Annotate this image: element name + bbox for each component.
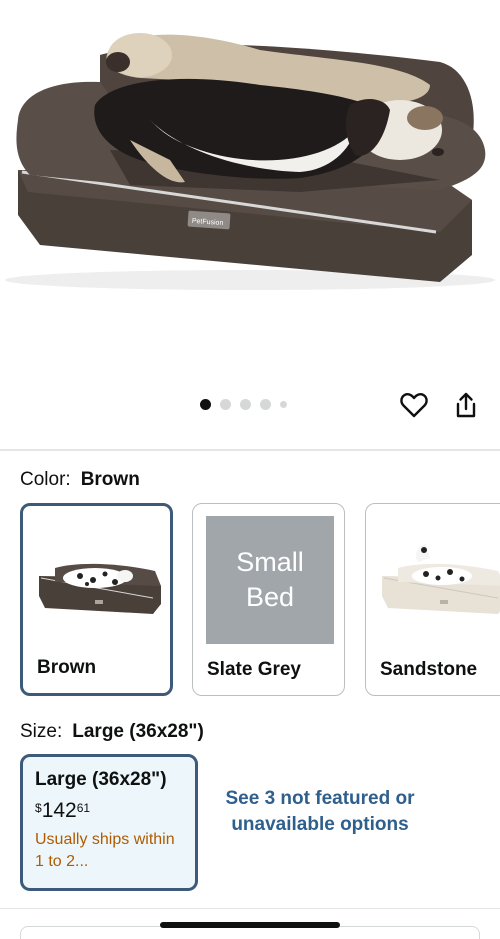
color-option-brown[interactable]: Brown — [20, 503, 173, 696]
share-button[interactable] — [450, 389, 482, 421]
small-bed-placeholder: Small Bed — [206, 516, 334, 644]
sandstone-bed-thumbnail — [382, 544, 500, 614]
pagination-dot-2[interactable] — [220, 398, 231, 410]
size-label-row: Size: Large (36x28") — [20, 721, 204, 743]
color-option-label: Brown — [37, 657, 97, 678]
home-indicator[interactable] — [160, 922, 340, 928]
color-option-label: Slate Grey — [207, 659, 301, 680]
section-divider — [0, 449, 500, 451]
size-option-price: $142 61 — [35, 799, 183, 823]
color-label: Color: — [20, 469, 71, 490]
size-option-title: Large (36x28") — [35, 769, 167, 790]
color-option-label: Sandstone — [380, 659, 478, 680]
favorite-button[interactable] — [398, 389, 430, 421]
size-label: Size: — [20, 721, 63, 742]
price-cents: 61 — [76, 801, 91, 815]
image-pagination[interactable] — [200, 396, 287, 412]
size-option-large[interactable]: Large (36x28") $142 61 Usually ships with… — [20, 754, 198, 891]
pagination-dot-5[interactable] — [280, 400, 287, 408]
product-image[interactable]: PetFusion — [0, 0, 500, 375]
price-currency: $ — [35, 801, 42, 815]
placeholder-line-2: Bed — [245, 582, 295, 612]
color-option-sandstone[interactable]: Sandstone — [365, 503, 500, 696]
pagination-dot-4[interactable] — [260, 398, 271, 410]
color-selected-value: Brown — [80, 469, 140, 490]
color-label-row: Color: Brown — [20, 469, 140, 491]
brown-bed-thumbnail — [39, 563, 161, 614]
pagination-dot-3[interactable] — [240, 398, 251, 410]
size-selected-value: Large (36x28") — [72, 721, 204, 742]
shipping-estimate: Usually ships within 1 to 2... — [35, 831, 175, 870]
placeholder-line-1: Small — [236, 547, 304, 577]
color-option-slate-grey[interactable]: Small Bed Slate Grey — [192, 503, 345, 696]
section-divider — [0, 908, 500, 909]
heart-outline-icon — [400, 393, 428, 418]
see-unavailable-options-link[interactable]: See 3 not featured or unavailable option… — [210, 786, 430, 838]
share-icon — [456, 392, 476, 418]
price-whole: 142 — [41, 799, 77, 822]
pagination-dot-1[interactable] — [200, 398, 211, 410]
dog-bed-illustration: PetFusion — [5, 33, 495, 290]
